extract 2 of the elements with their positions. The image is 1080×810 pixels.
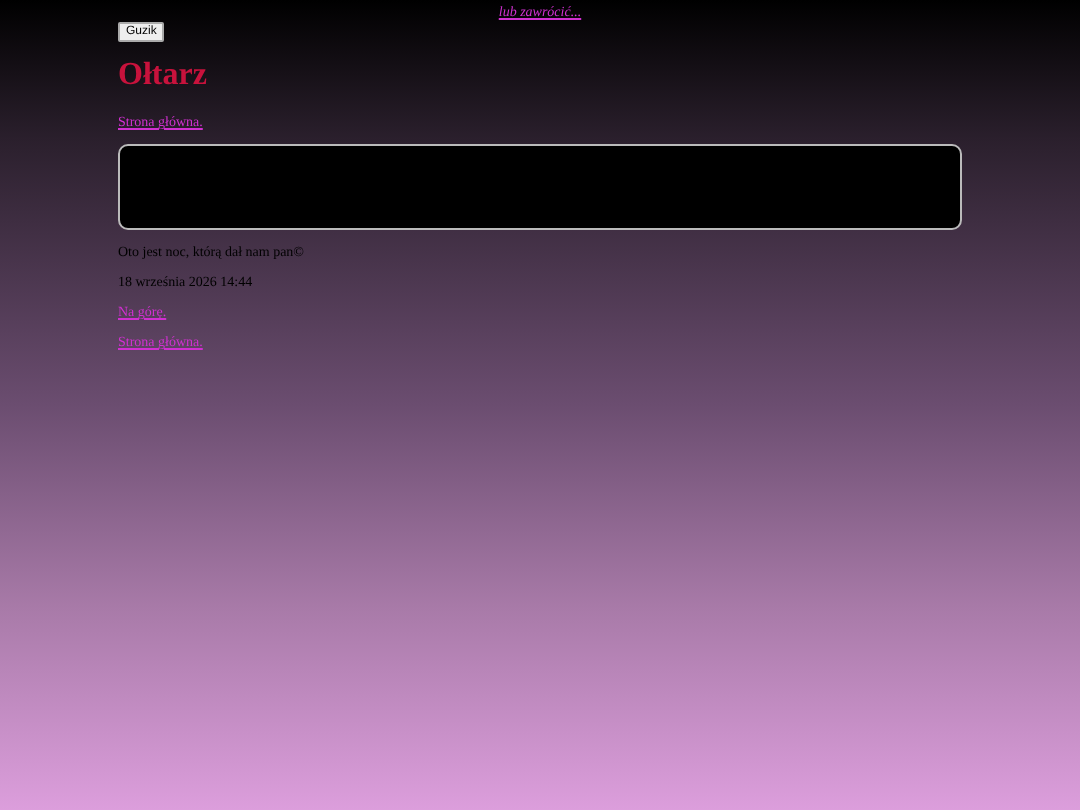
page-title: Ołtarz <box>118 58 209 94</box>
text-area-field[interactable] <box>118 144 962 230</box>
